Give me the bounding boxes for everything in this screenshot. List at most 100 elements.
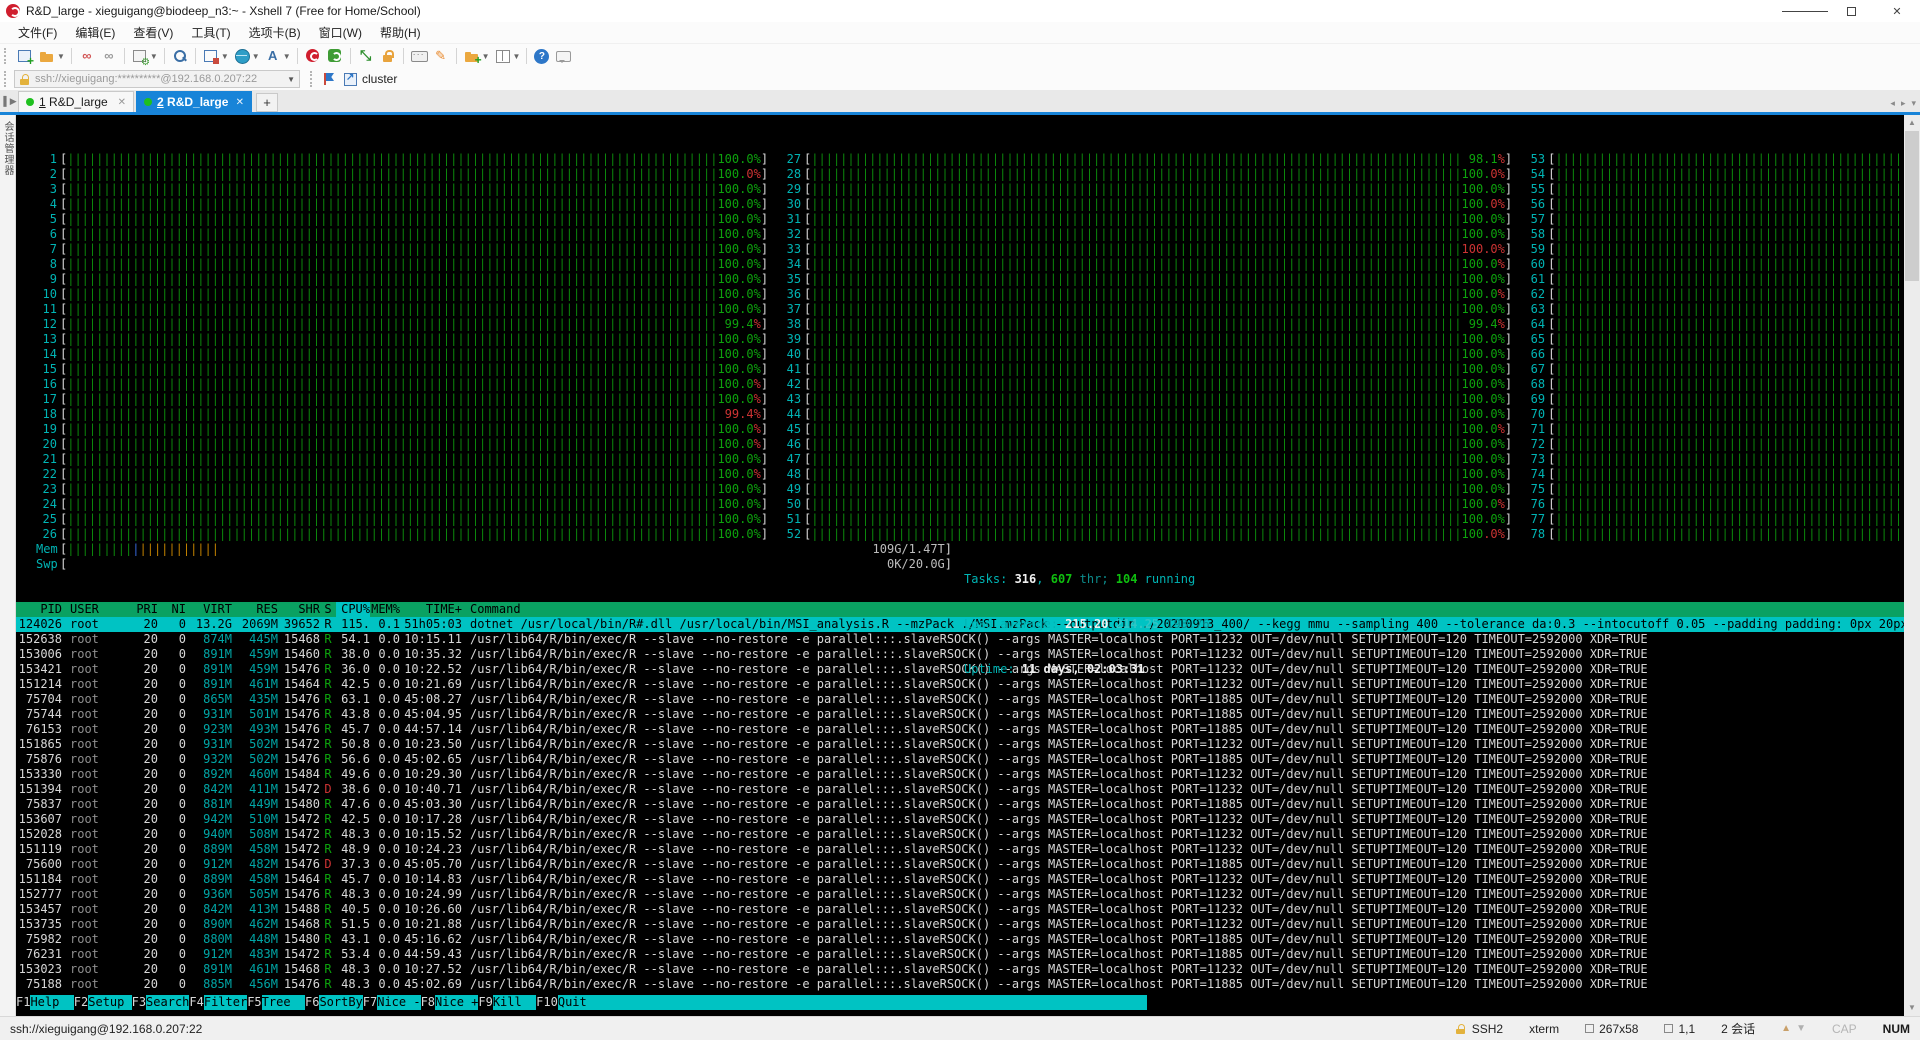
column-header-cpu[interactable]: CPU% [336, 602, 370, 617]
scrollbar-up-icon[interactable]: ▲ [1904, 115, 1920, 131]
process-row[interactable]: 76231root200912M483M15472R53.40.044:59.4… [16, 947, 1904, 962]
process-row[interactable]: 152638root200874M445M15468R54.10.010:15.… [16, 632, 1904, 647]
dropdown-caret-icon[interactable]: ▼ [57, 52, 65, 61]
xftp-app-icon[interactable] [326, 47, 344, 65]
fkey-f8[interactable]: F8 [421, 995, 435, 1010]
menu-item-3[interactable]: 工具(T) [183, 22, 238, 43]
session-up-icon[interactable]: ▲ [1781, 1023, 1791, 1034]
process-row[interactable]: 76153root200923M493M15476R45.70.044:57.1… [16, 722, 1904, 737]
fullscreen-icon[interactable]: ⤡ [357, 47, 375, 65]
fkey-action-quit[interactable]: Quit [558, 995, 601, 1010]
column-header-virt[interactable]: VIRT [186, 602, 232, 617]
layout-icon[interactable] [494, 47, 512, 65]
process-row[interactable]: 151394root200842M411M15472D38.60.010:40.… [16, 782, 1904, 797]
lock-icon[interactable] [379, 47, 397, 65]
fkey-f9[interactable]: F9 [478, 995, 492, 1010]
process-row[interactable]: 75982root200880M448M15480R43.10.045:16.6… [16, 932, 1904, 947]
menu-item-5[interactable]: 窗口(W) [311, 22, 370, 43]
fkey-f5[interactable]: F5 [247, 995, 261, 1010]
terminal-scrollbar[interactable]: ▲ ▼ [1904, 115, 1920, 1016]
process-row[interactable]: 153421root200891M459M15476R36.00.010:22.… [16, 662, 1904, 677]
xshell-app-icon[interactable] [304, 47, 322, 65]
column-header-ni[interactable]: NI [158, 602, 186, 617]
process-row[interactable]: 75837root200881M449M15480R47.60.045:03.3… [16, 797, 1904, 812]
terminal[interactable]: 1[||||||||||||||||||||||||||||||||||||||… [16, 115, 1904, 1016]
new-file-icon[interactable]: + [463, 47, 481, 65]
session-down-icon[interactable]: ▼ [1796, 1023, 1806, 1034]
fkey-action-setup[interactable]: Setup [88, 995, 131, 1010]
scrollbar-down-icon[interactable]: ▼ [1904, 1000, 1920, 1016]
font-icon[interactable]: A [264, 47, 282, 65]
column-header-pri[interactable]: PRI [124, 602, 158, 617]
process-row[interactable]: 153006root200891M459M15460R38.00.010:35.… [16, 647, 1904, 662]
close-button[interactable]: ✕ [1874, 0, 1920, 22]
menu-item-4[interactable]: 选项卡(B) [241, 22, 309, 43]
process-row[interactable]: 153330root200892M460M15484R49.60.010:29.… [16, 767, 1904, 782]
dropdown-caret-icon[interactable]: ▼ [482, 52, 490, 61]
process-row-selected[interactable]: 124026root20013.2G2069M39652R115.0.151h0… [16, 617, 1904, 632]
menu-item-2[interactable]: 查看(V) [125, 22, 181, 43]
process-row[interactable]: 75704root200865M435M15476R63.10.045:08.2… [16, 692, 1904, 707]
process-row[interactable]: 75188root200885M456M15476R48.30.045:02.6… [16, 977, 1904, 992]
tab-nav-icon-1[interactable]: ▸ [1901, 98, 1906, 109]
scrollbar-thumb[interactable] [1905, 131, 1919, 281]
fkey-action-nice[interactable]: Nice + [435, 995, 478, 1010]
dropdown-caret-icon[interactable]: ▼ [150, 52, 158, 61]
url-globe-icon[interactable] [233, 47, 251, 65]
dropdown-caret-icon[interactable]: ▼ [513, 52, 521, 61]
open-session-icon[interactable] [38, 47, 56, 65]
tab-1[interactable]: 1 R&D_large✕ [18, 91, 134, 112]
help-icon[interactable]: ? [534, 49, 549, 64]
dropdown-caret-icon[interactable]: ▼ [221, 52, 229, 61]
highlight-icon[interactable]: ✎ [432, 47, 450, 65]
column-header-time[interactable]: TIME+ [400, 602, 462, 617]
column-header-user[interactable]: USER [62, 602, 124, 617]
flag-icon[interactable] [322, 71, 338, 87]
process-row[interactable]: 152777root200936M505M15476R48.30.010:24.… [16, 887, 1904, 902]
process-row[interactable]: 153023root200891M461M15468R48.30.010:27.… [16, 962, 1904, 977]
reconnect-icon[interactable]: ∞ [100, 47, 118, 65]
maximize-button[interactable] [1828, 0, 1874, 22]
fkey-action-search[interactable]: Search [146, 995, 189, 1010]
process-row[interactable]: 151119root200889M458M15472R48.90.010:24.… [16, 842, 1904, 857]
column-header-mem[interactable]: MEM% [370, 602, 400, 617]
session-properties-icon[interactable] [131, 47, 149, 65]
process-row[interactable]: 151184root200889M458M15464R45.70.010:14.… [16, 872, 1904, 887]
cluster-label[interactable]: cluster [362, 72, 397, 86]
fkey-action-tree[interactable]: Tree [262, 995, 305, 1010]
new-window-icon[interactable] [202, 47, 220, 65]
address-dropdown-icon[interactable]: ▼ [287, 75, 295, 84]
fkey-f1[interactable]: F1 [16, 995, 30, 1010]
fkey-f10[interactable]: F10 [536, 995, 558, 1010]
column-header-res[interactable]: RES [232, 602, 278, 617]
menu-item-0[interactable]: 文件(F) [10, 22, 65, 43]
minimize-button[interactable] [1782, 0, 1828, 22]
tab-close-icon[interactable]: ✕ [236, 97, 244, 108]
process-table-header[interactable]: PIDUSERPRINIVIRTRESSHRSCPU%MEM%TIME+Comm… [16, 602, 1904, 617]
fkey-f4[interactable]: F4 [189, 995, 203, 1010]
process-row[interactable]: 75744root200931M501M15476R43.80.045:04.9… [16, 707, 1904, 722]
column-header-pid[interactable]: PID [16, 602, 62, 617]
session-manager-strip[interactable]: 会话管理器 [0, 115, 16, 1016]
column-header-s[interactable]: S [320, 602, 336, 617]
new-session-icon[interactable] [16, 47, 34, 65]
dropdown-caret-icon[interactable]: ▼ [252, 52, 260, 61]
disconnect-icon[interactable]: ∞ [78, 47, 96, 65]
tab-nav-icon-0[interactable]: ◂ [1890, 98, 1895, 109]
find-icon[interactable] [171, 47, 189, 65]
process-row[interactable]: 153735root200890M462M15468R51.50.010:21.… [16, 917, 1904, 932]
menu-item-6[interactable]: 帮助(H) [372, 22, 429, 43]
fkey-f6[interactable]: F6 [305, 995, 319, 1010]
process-row[interactable]: 151865root200931M502M15472R50.80.010:23.… [16, 737, 1904, 752]
address-input[interactable]: ssh://xieguigang:**********@192.168.0.20… [14, 70, 300, 88]
new-tab-button[interactable]: + [256, 93, 278, 112]
process-row[interactable]: 153457root200842M413M15488R40.50.010:26.… [16, 902, 1904, 917]
column-header-shr[interactable]: SHR [278, 602, 320, 617]
fkey-action-nice[interactable]: Nice - [377, 995, 420, 1010]
process-row[interactable]: 153607root200942M510M15472R42.50.010:17.… [16, 812, 1904, 827]
process-row[interactable]: 75876root200932M502M15476R56.60.045:02.6… [16, 752, 1904, 767]
virtual-keyboard-icon[interactable] [410, 47, 428, 65]
tab-close-icon[interactable]: ✕ [118, 97, 126, 108]
fkey-f2[interactable]: F2 [74, 995, 88, 1010]
tab-nav-icon-2[interactable]: ▾ [1911, 98, 1916, 109]
